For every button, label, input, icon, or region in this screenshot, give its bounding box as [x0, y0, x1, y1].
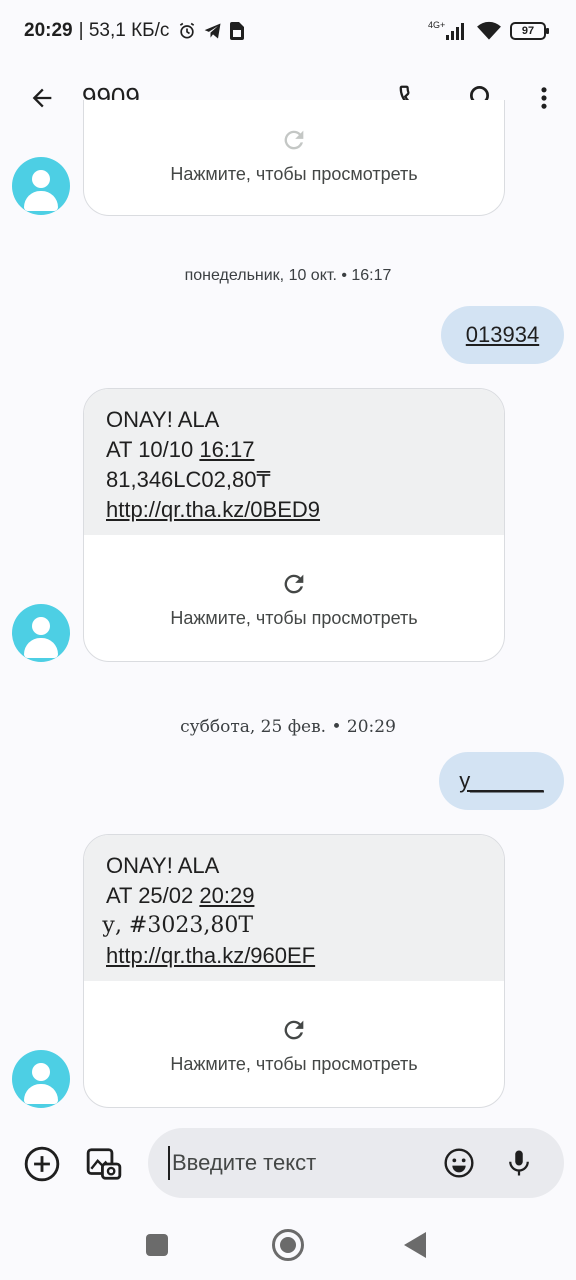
incoming-message[interactable]: ONAY! ALA AT 10/10 16:17 81,346LC02,80₸ …	[83, 388, 505, 662]
message-line-prefix: AT 10/10	[106, 437, 200, 462]
alarm-icon	[180, 22, 195, 39]
back-button[interactable]	[22, 78, 62, 118]
net-speed: | 53,1 КБ/с	[78, 20, 170, 41]
compose-field	[148, 1128, 564, 1198]
message-time-link[interactable]: 16:17	[199, 437, 254, 462]
date-separator: суббота, 25 фев. • 20:29	[180, 717, 396, 737]
outgoing-message[interactable]: 013934	[441, 306, 564, 364]
refresh-icon	[284, 1020, 304, 1039]
link-preview[interactable]: Нажмите, чтобы просмотреть	[84, 535, 504, 661]
system-back-button[interactable]	[404, 1232, 426, 1258]
outgoing-message-text: y______	[459, 768, 544, 793]
status-notification-icons	[177, 21, 245, 41]
refresh-icon	[284, 574, 304, 593]
message-link[interactable]: http://qr.tha.kz/960EF	[106, 941, 482, 971]
mic-icon	[509, 1150, 529, 1176]
preview-label: Нажмите, чтобы просмотреть	[170, 1053, 418, 1074]
outgoing-message[interactable]: y______	[439, 752, 564, 810]
message-time-link[interactable]: 20:29	[199, 883, 254, 908]
status-time: 20:29	[24, 20, 73, 41]
more-options-button[interactable]	[524, 78, 564, 118]
message-line: ONAY! ALA	[106, 407, 220, 432]
refresh-icon	[284, 130, 304, 150]
message-card-previous[interactable]: Нажмите, чтобы просмотреть	[83, 100, 505, 216]
message-line: 81,346LC02,80₸	[106, 467, 271, 492]
add-circle-icon	[24, 1146, 60, 1182]
status-left: 20:29 | 53,1 КБ/с	[24, 20, 245, 42]
system-navigation-bar	[0, 1210, 576, 1280]
signal-icon: 4G+	[428, 20, 464, 40]
status-bar: 20:29 | 53,1 КБ/с 4G+ 97	[0, 0, 576, 64]
message-input[interactable]	[168, 1146, 428, 1180]
message-line: у, #3023,80T	[102, 913, 254, 938]
recent-apps-button[interactable]	[146, 1234, 168, 1256]
battery-icon: 97	[510, 22, 549, 40]
add-attachment-button[interactable]	[22, 1144, 62, 1184]
emoji-icon	[444, 1148, 474, 1178]
telegram-icon	[205, 23, 221, 39]
message-link[interactable]: http://qr.tha.kz/0BED9	[106, 495, 482, 525]
home-button[interactable]	[272, 1229, 304, 1261]
arrow-back-icon	[32, 88, 52, 108]
gallery-button[interactable]	[84, 1144, 124, 1184]
message-line: ONAY! ALA	[106, 853, 220, 878]
message-text: ONAY! ALA AT 10/10 16:17 81,346LC02,80₸ …	[84, 389, 504, 535]
compose-bar	[0, 1118, 576, 1210]
message-line: AT 25/02 20:29	[106, 881, 482, 911]
preview-label: Нажмите, чтобы просмотреть	[170, 164, 418, 184]
wifi-icon	[477, 21, 501, 40]
svg-text:4G+: 4G+	[428, 20, 445, 30]
message-text: ONAY! ALA AT 25/02 20:29 у, #3023,80T ht…	[84, 835, 504, 981]
gallery-camera-icon	[86, 1148, 122, 1180]
status-right: 4G+ 97	[428, 20, 549, 42]
avatar	[12, 157, 70, 215]
message-line: AT 10/10 16:17	[106, 435, 482, 465]
outgoing-message-text: 013934	[465, 322, 540, 347]
avatar	[12, 1050, 70, 1108]
more-vert-icon	[541, 87, 547, 109]
date-separator: понедельник, 10 окт. • 16:17	[184, 267, 392, 284]
voice-input-button[interactable]	[500, 1144, 538, 1182]
link-preview[interactable]: Нажмите, чтобы просмотреть	[84, 981, 504, 1107]
incoming-message[interactable]: ONAY! ALA AT 25/02 20:29 у, #3023,80T ht…	[83, 834, 505, 1108]
sim-card-icon	[230, 22, 245, 40]
emoji-button[interactable]	[440, 1144, 478, 1182]
message-line-prefix: AT 25/02	[106, 883, 200, 908]
avatar	[12, 604, 70, 662]
preview-label: Нажмите, чтобы просмотреть	[170, 607, 418, 628]
